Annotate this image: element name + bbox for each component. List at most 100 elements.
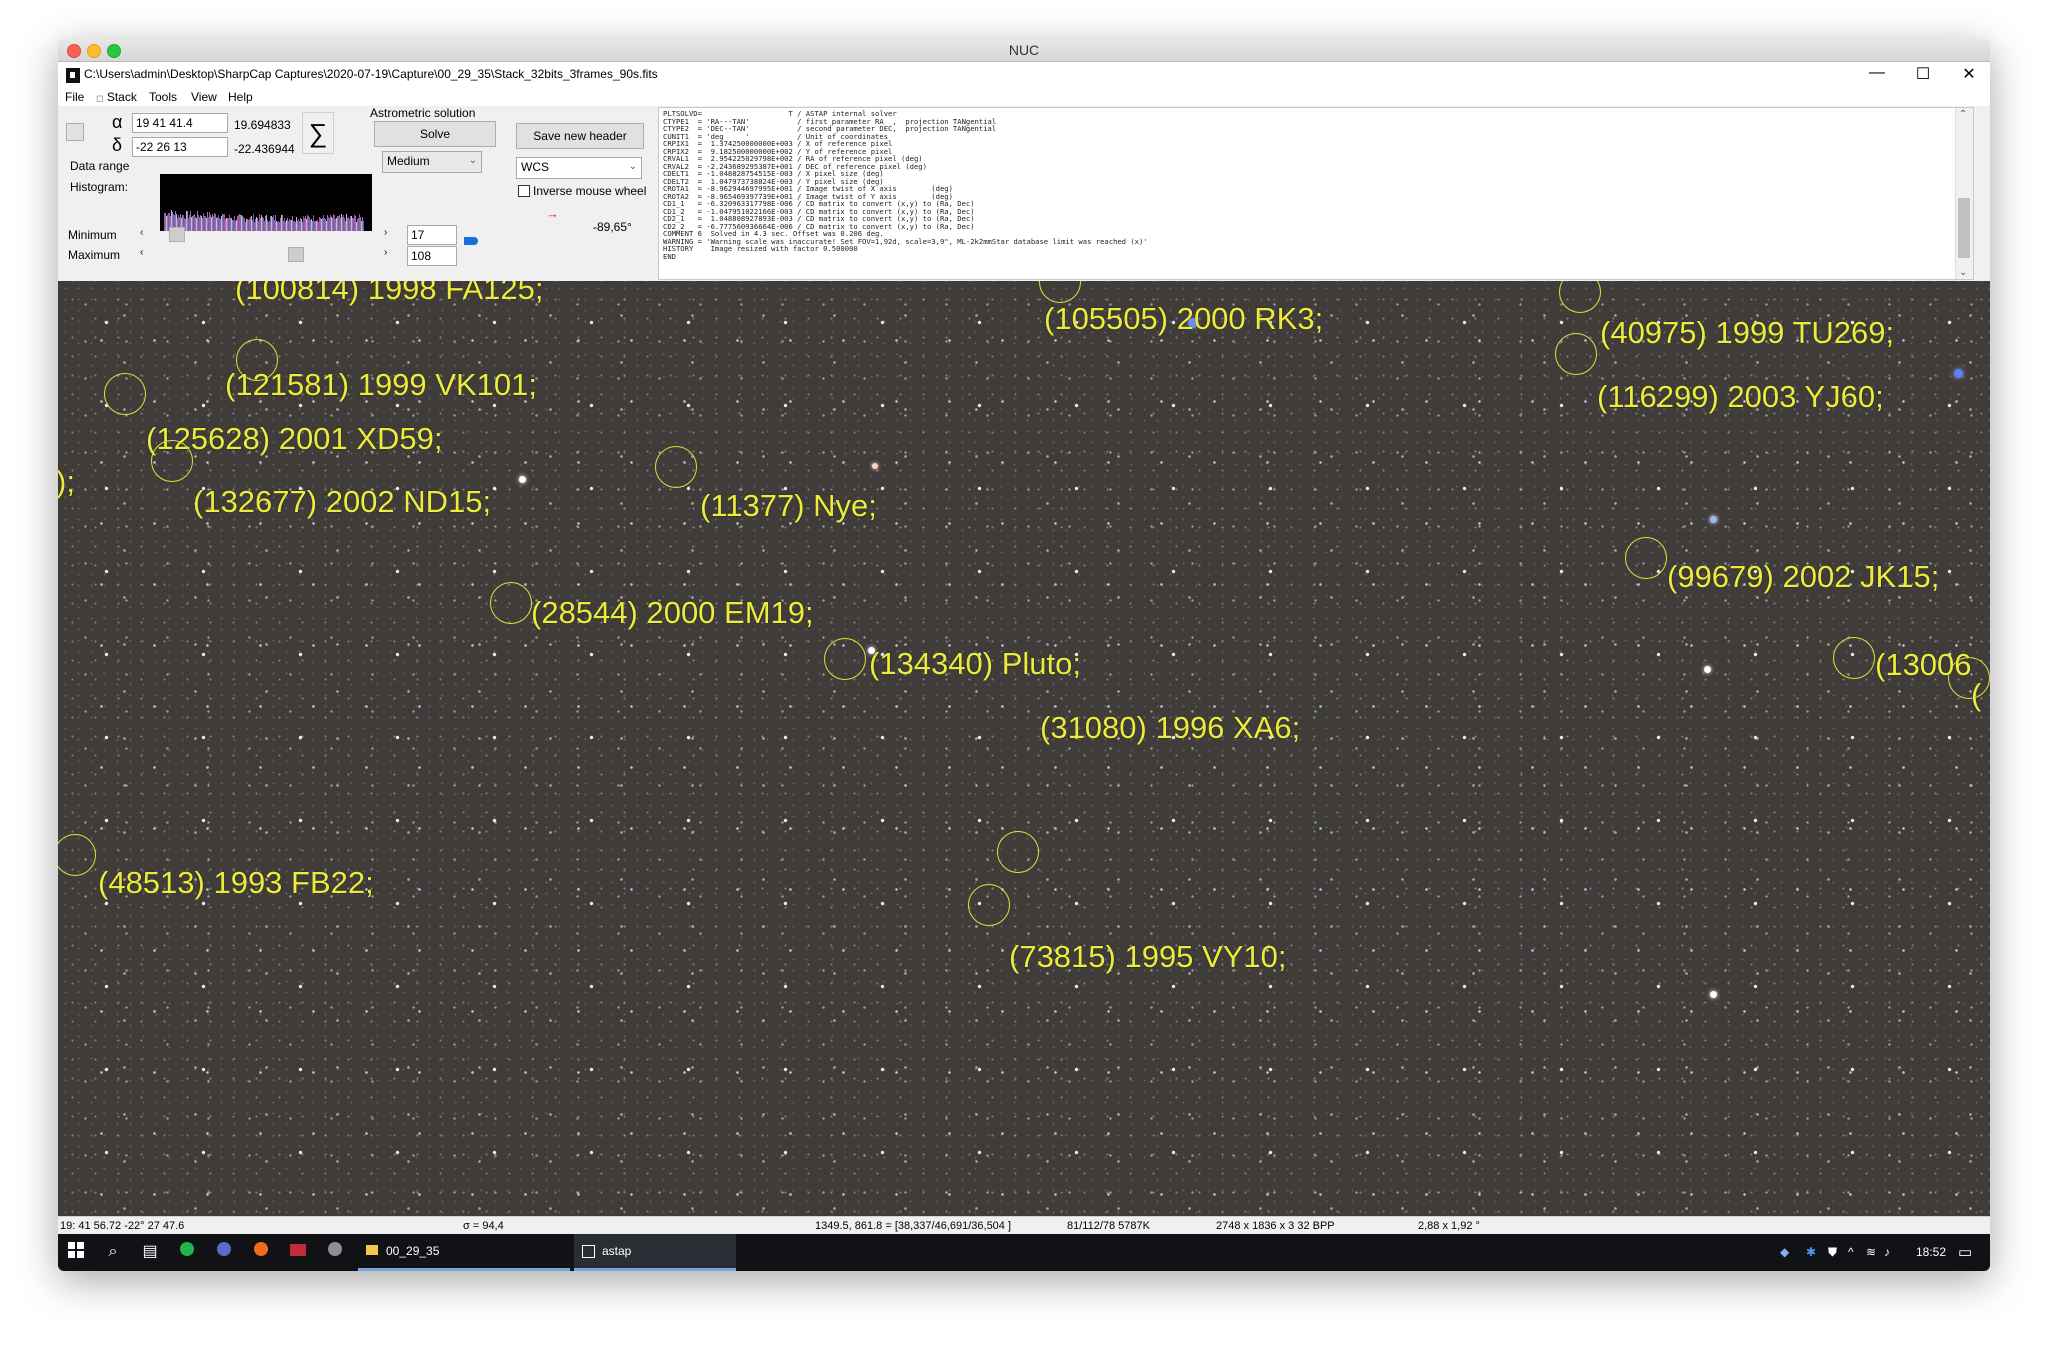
taskbar-app-folder[interactable]: 00_29_35 [358,1234,570,1271]
app-red-icon[interactable] [288,1242,308,1262]
asteroid-marker [1039,281,1081,303]
maximum-right-arrow[interactable]: › [384,247,387,258]
menu-view[interactable]: View [191,90,217,104]
sigma-icon: ∑ [308,118,328,148]
minimum-left-arrow[interactable]: ‹ [140,227,143,238]
status-cursor-radec: 19: 41 56.72 -22° 27 47.6 [60,1220,185,1232]
task-view-icon[interactable]: ▤ [140,1242,160,1262]
status-stats: 81/112/78 5787K [1067,1220,1150,1232]
bright-star [519,476,526,483]
mac-titlebar: NUC [58,39,1990,62]
windows-start-icon[interactable] [66,1242,86,1262]
solve-button[interactable]: Solve [374,121,496,147]
chevron-down-icon: ⌄ [468,155,477,166]
scroll-up-icon[interactable]: ⌃ [1959,109,1967,120]
rotation-arrow-icon: → [546,206,559,221]
chevron-down-icon: ⌄ [628,161,637,172]
quality-select[interactable]: Medium ⌄ [382,151,482,173]
status-sigma: σ = 94,4 [463,1220,504,1232]
search-icon[interactable]: ⌕ [103,1242,123,1262]
asteroid-label: (132677) 2002 ND15; [193,484,492,519]
app-green-icon[interactable] [177,1242,197,1262]
maximum-value-input[interactable]: 108 [407,246,457,266]
dec-input[interactable]: -22 26 13 [132,137,228,157]
header-scrollbar[interactable]: ⌃ ⌄ [1955,108,1973,279]
asteroid-label: (134340) Pluto; [869,646,1081,681]
small-square-button[interactable] [66,123,84,141]
minimum-label: Minimum [68,228,117,242]
asteroid-marker [968,884,1010,926]
fits-header-textbox[interactable]: PLTSOLVD= T / ASTAP internal solver CTYPE… [658,107,1974,280]
minimize-button[interactable]: — [1862,64,1892,82]
scroll-down-icon[interactable]: ⌄ [1959,267,1967,278]
bright-star [1704,666,1711,673]
asteroid-marker [1559,281,1601,313]
asteroid-label-partial: ); [58,464,75,499]
fits-header-lines: PLTSOLVD= T / ASTAP internal solver CTYPE… [663,110,1148,260]
bright-star [1710,516,1717,523]
wifi-icon[interactable]: ≋ [1866,1245,1876,1259]
taskbar-app-astap[interactable]: astap [574,1234,736,1271]
save-new-header-button[interactable]: Save new header [516,123,644,149]
dec-decimal: -22.436944 [234,142,295,156]
minimum-slider[interactable] [150,226,440,242]
status-pixel-info: 1349.5, 861.8 = [38,337/46,691/36,504 ] [815,1220,1012,1232]
asteroid-marker [655,446,697,488]
app-planet-icon[interactable] [214,1242,234,1262]
control-panel: α 19 41 41.4 19.694833 δ -22 26 13 -22.4… [58,106,658,281]
maximize-button[interactable]: ☐ [1908,64,1938,84]
asteroid-label: (11377) Nye; [700,488,877,523]
asteroid-marker [997,831,1039,873]
asteroid-marker [490,582,532,624]
asteroid-label-partial: ( [1971,677,1982,712]
fits-header-line: END [663,251,676,261]
bluetooth-icon[interactable]: ✱ [1806,1245,1816,1259]
asteroid-label: (28544) 2000 EM19; [531,595,814,630]
windows-taskbar: ⌕ ▤ 00_29_35 astap ◆ ✱ ⛊ ^ ≋ ♪ 18:52 ▭ [58,1234,1990,1271]
menu-stack[interactable]: ◻ Stack [96,90,137,104]
minimum-slider-thumb[interactable] [169,227,185,242]
menu-file[interactable]: File [65,90,84,104]
folder-icon [366,1245,378,1255]
network-tray-icon[interactable]: ◆ [1780,1245,1789,1259]
volume-icon[interactable]: ♪ [1884,1245,1890,1259]
asteroid-label: (99679) 2002 JK15; [1667,559,1940,594]
fits-header-line: HISTORY Image resized with factor 0.5000… [663,244,858,253]
astrometric-label: Astrometric solution [370,106,476,120]
mac-window-title: NUC [1008,42,1040,58]
asteroid-marker [58,834,96,876]
maximum-left-arrow[interactable]: ‹ [140,247,143,258]
bright-star [1710,991,1717,998]
menubar: File ◻ Stack Tools View Help [58,88,1990,106]
maximum-slider-thumb[interactable] [288,247,304,262]
minimum-right-arrow[interactable]: › [384,227,387,238]
bright-star [1954,369,1963,378]
security-tray-icon[interactable]: ⛊ [1828,1245,1837,1260]
taskbar-clock[interactable]: 18:52 [1916,1245,1946,1259]
sum-button[interactable]: ∑ [302,112,334,154]
maximum-slider[interactable] [150,246,440,262]
star-field-image[interactable]: (121581) 1999 VK101; (125628) 2001 XD59;… [58,281,1990,1216]
ra-input[interactable]: 19 41 41.4 [132,113,228,133]
histogram-label: Histogram: [70,180,129,194]
menu-help[interactable]: Help [228,90,253,104]
header-scroll-thumb[interactable] [1958,198,1970,258]
mac-window: NUC C:\Users\admin\Desktop\SharpCap Capt… [58,39,1990,1271]
tray-chevron-icon[interactable]: ^ [1848,1245,1854,1259]
close-button[interactable]: ✕ [1954,64,1984,84]
asteroid-label: (121581) 1999 VK101; [225,367,537,402]
status-bar: 19: 41 56.72 -22° 27 47.6 σ = 94,4 1349.… [58,1216,1990,1235]
notification-icon[interactable]: ▭ [1958,1243,1972,1261]
app-gray-icon[interactable] [325,1242,345,1262]
asteroid-marker [151,440,193,482]
projection-select[interactable]: WCS ⌄ [516,157,642,179]
inverse-wheel-checkbox[interactable] [518,185,530,197]
range-marker-icon[interactable] [464,237,478,245]
menu-tools[interactable]: Tools [149,90,177,104]
minimum-value-input[interactable]: 17 [407,225,457,245]
projection-select-value: WCS [521,160,549,174]
inverse-wheel-label[interactable]: Inverse mouse wheel [533,184,646,198]
firefox-icon[interactable] [251,1242,271,1262]
asteroid-label: (105505) 2000 RK3; [1044,301,1324,336]
asteroid-marker [1555,333,1597,375]
